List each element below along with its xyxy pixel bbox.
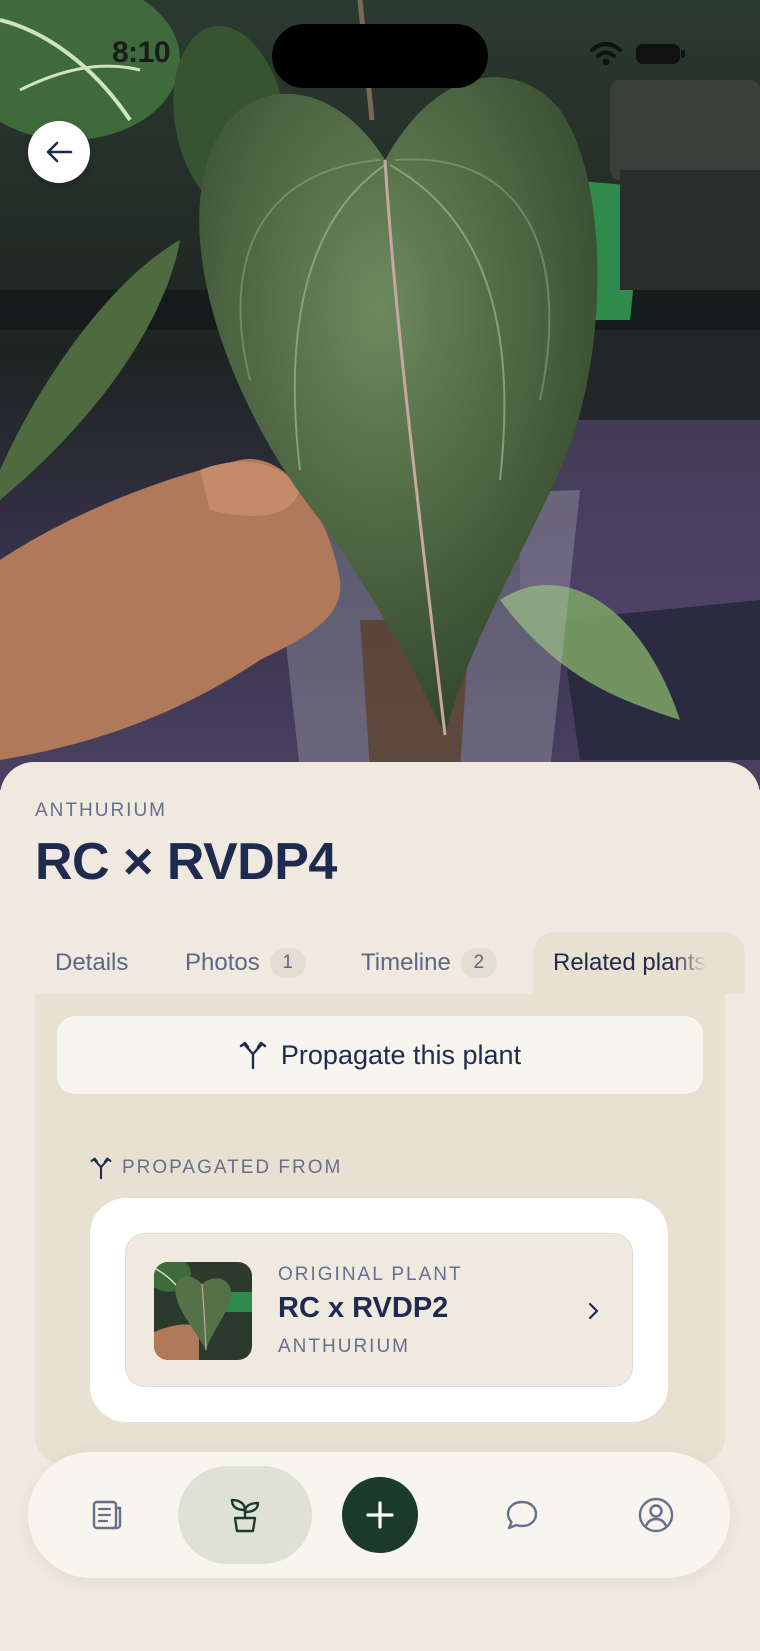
propagated-from-label: PROPAGATED FROM	[90, 1156, 342, 1180]
nav-plants[interactable]	[178, 1466, 312, 1564]
tab-details[interactable]: Details	[55, 932, 128, 994]
chat-bubble-icon	[506, 1500, 538, 1530]
bottom-nav-bar	[28, 1452, 730, 1578]
page-title: RC × RVDP4	[35, 833, 337, 891]
status-indicators	[588, 40, 688, 68]
profile-icon	[638, 1497, 674, 1533]
parent-plant-card-container: ORIGINAL PLANT RC x RVDP2 ANTHURIUM	[90, 1198, 668, 1422]
parent-plant-name: RC x RVDP2	[278, 1292, 449, 1324]
wifi-icon	[590, 42, 622, 66]
add-plant-button[interactable]	[342, 1477, 418, 1553]
plant-sprout-icon	[230, 1498, 260, 1533]
parent-plant-thumbnail	[154, 1262, 252, 1360]
nav-journal[interactable]	[70, 1452, 144, 1578]
tab-photos[interactable]: Photos 1	[185, 932, 306, 994]
parent-plant-card[interactable]: ORIGINAL PLANT RC x RVDP2 ANTHURIUM	[125, 1233, 633, 1387]
plant-genus: ANTHURIUM	[35, 800, 167, 821]
parent-plant-genus: ANTHURIUM	[278, 1336, 410, 1357]
nav-messages[interactable]	[482, 1452, 562, 1578]
add-icon	[366, 1501, 394, 1529]
chevron-right-icon	[588, 1302, 599, 1320]
propagate-label: Propagate this plant	[280, 1039, 522, 1070]
tab-related-plants[interactable]: Related plants	[533, 932, 745, 994]
nav-profile[interactable]	[616, 1452, 696, 1578]
dynamic-island	[272, 24, 488, 88]
timeline-count-badge: 2	[460, 948, 497, 978]
photos-count-badge: 1	[269, 948, 306, 978]
branch-icon	[239, 1041, 267, 1070]
journal-icon	[92, 1500, 122, 1530]
plant-hero-photo	[0, 0, 760, 790]
tab-bar: Details Photos 1 Timeline 2 Related plan…	[35, 932, 745, 994]
arrow-left-icon	[46, 141, 73, 163]
related-plants-panel: Propagate this plant PROPAGATED FROM ORI…	[35, 994, 725, 1464]
branch-icon	[90, 1157, 112, 1180]
tab-timeline[interactable]: Timeline 2	[361, 932, 497, 994]
battery-icon	[636, 44, 685, 64]
status-time: 8:10	[112, 36, 171, 69]
back-button[interactable]	[28, 121, 90, 183]
parent-plant-kicker: ORIGINAL PLANT	[278, 1264, 463, 1285]
propagate-button[interactable]: Propagate this plant	[57, 1016, 703, 1094]
